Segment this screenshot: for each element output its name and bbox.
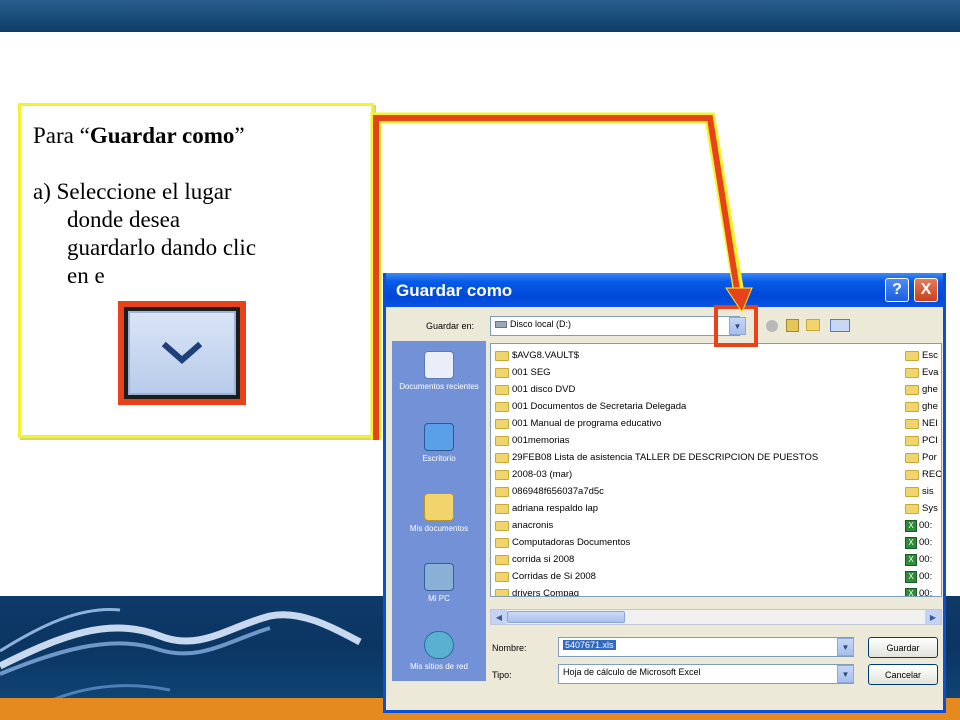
pointer-arrow [370, 112, 753, 440]
